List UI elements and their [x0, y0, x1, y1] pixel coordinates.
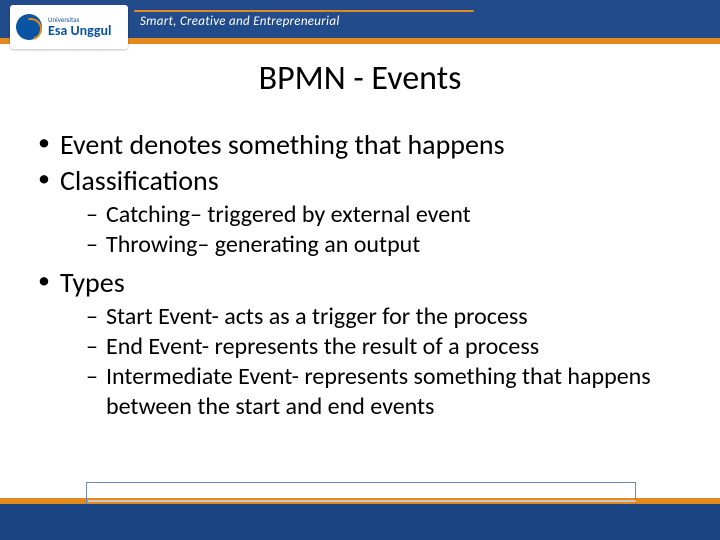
logo-title: Esa Unggul	[48, 24, 112, 38]
footer	[0, 488, 720, 540]
bullet-text: Event denotes something that happens	[60, 127, 505, 162]
bullet-text: Types	[60, 265, 125, 300]
bullet-l2: Start Event- acts as a trigger for the p…	[60, 302, 694, 332]
footer-blue-band	[0, 504, 720, 540]
logo-text: Universitas Esa Unggul	[48, 16, 112, 38]
bullet-l1: Event denotes something that happens	[34, 128, 694, 162]
logo: Universitas Esa Unggul	[10, 5, 128, 49]
bullet-l2: End Event- represents the result of a pr…	[60, 332, 694, 362]
bullet-text: Classifications	[60, 163, 219, 198]
slide: Smart, Creative and Entrepreneurial Univ…	[0, 0, 720, 540]
bullet-l1: Types Start Event- acts as a trigger for…	[34, 266, 694, 422]
bullet-l2: Throwing– generating an output	[60, 230, 694, 260]
bullet-l2: Intermediate Event- represents something…	[60, 362, 694, 422]
footer-midline	[88, 500, 636, 502]
logo-mark-icon	[16, 14, 42, 40]
bullet-l1: Classifications Catching– triggered by e…	[34, 164, 694, 260]
slide-body: Event denotes something that happens Cla…	[34, 128, 694, 428]
header-tagline: Smart, Creative and Entrepreneurial	[140, 14, 340, 29]
slide-title: BPMN - Events	[0, 58, 720, 99]
header-accent-line	[134, 10, 474, 12]
bullet-l2: Catching– triggered by external event	[60, 200, 694, 230]
